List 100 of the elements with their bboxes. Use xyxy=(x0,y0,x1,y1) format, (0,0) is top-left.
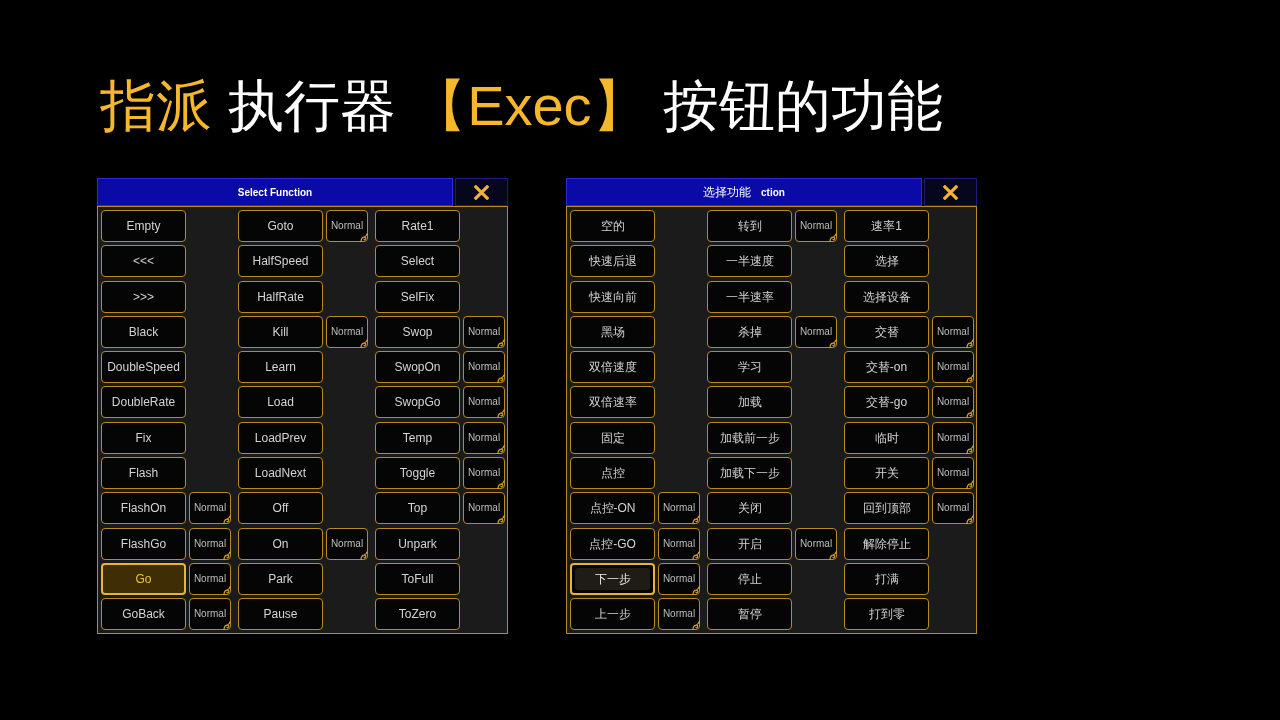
function-button[interactable]: 打满 xyxy=(844,562,929,595)
function-button[interactable]: 停止 xyxy=(707,562,792,595)
function-button[interactable]: 下一步 xyxy=(570,562,655,595)
mode-button[interactable]: Normal xyxy=(326,527,368,560)
function-button[interactable]: FlashOn xyxy=(101,492,186,525)
function-button[interactable]: 一半速度 xyxy=(707,245,792,278)
mode-button[interactable]: Normal xyxy=(463,351,505,384)
function-button[interactable]: 点控-ON xyxy=(570,492,655,525)
function-button[interactable]: 黑场 xyxy=(570,315,655,348)
function-button[interactable]: 解除停止 xyxy=(844,527,929,560)
function-button[interactable]: 交替-go xyxy=(844,386,929,419)
mode-button[interactable]: Normal xyxy=(795,315,837,348)
close-button[interactable] xyxy=(455,178,508,206)
function-button[interactable]: 固定 xyxy=(570,421,655,454)
mode-button[interactable]: Normal xyxy=(463,492,505,525)
function-button[interactable]: 临时 xyxy=(844,421,929,454)
function-button[interactable]: 选择设备 xyxy=(844,280,929,313)
function-button[interactable]: Flash xyxy=(101,456,186,489)
function-button[interactable]: 杀掉 xyxy=(707,315,792,348)
function-button[interactable]: LoadPrev xyxy=(238,421,323,454)
function-button[interactable]: LoadNext xyxy=(238,456,323,489)
function-button[interactable]: 空的 xyxy=(570,210,655,242)
function-button[interactable]: 双倍速率 xyxy=(570,386,655,419)
mode-button[interactable]: Normal xyxy=(932,351,974,384)
mode-button[interactable]: Normal xyxy=(658,562,700,595)
function-button[interactable]: ToZero xyxy=(375,598,460,631)
function-button[interactable]: >>> xyxy=(101,280,186,313)
function-button[interactable]: 点控-GO xyxy=(570,527,655,560)
function-button[interactable]: Unpark xyxy=(375,527,460,560)
function-button[interactable]: 学习 xyxy=(707,351,792,384)
function-button[interactable]: 交替 xyxy=(844,315,929,348)
function-button[interactable]: 快速向前 xyxy=(570,280,655,313)
function-button[interactable]: <<< xyxy=(101,245,186,278)
function-button[interactable]: Goto xyxy=(238,210,323,242)
function-button[interactable]: 打到零 xyxy=(844,598,929,631)
mode-button[interactable]: Normal xyxy=(932,492,974,525)
function-button[interactable]: 开关 xyxy=(844,456,929,489)
mode-button[interactable]: Normal xyxy=(189,492,231,525)
function-button[interactable]: Pause xyxy=(238,598,323,631)
function-button[interactable]: Fix xyxy=(101,421,186,454)
function-button[interactable]: Rate1 xyxy=(375,210,460,242)
function-button[interactable]: 开启 xyxy=(707,527,792,560)
function-button[interactable]: 点控 xyxy=(570,456,655,489)
function-button[interactable]: Swop xyxy=(375,315,460,348)
function-button[interactable]: 双倍速度 xyxy=(570,351,655,384)
mode-button[interactable]: Normal xyxy=(463,421,505,454)
function-button[interactable]: GoBack xyxy=(101,598,186,631)
function-button[interactable]: Learn xyxy=(238,351,323,384)
function-button[interactable]: SwopOn xyxy=(375,351,460,384)
close-button[interactable] xyxy=(924,178,977,206)
function-button[interactable]: Select xyxy=(375,245,460,278)
function-button[interactable]: DoubleRate xyxy=(101,386,186,419)
function-button[interactable]: 一半速率 xyxy=(707,280,792,313)
function-button[interactable]: 上一步 xyxy=(570,598,655,631)
function-button[interactable]: Load xyxy=(238,386,323,419)
function-button[interactable]: 速率1 xyxy=(844,210,929,242)
function-button[interactable]: ToFull xyxy=(375,562,460,595)
function-button[interactable]: SwopGo xyxy=(375,386,460,419)
function-button[interactable]: Off xyxy=(238,492,323,525)
function-button[interactable]: 回到顶部 xyxy=(844,492,929,525)
function-button[interactable]: 加载下一步 xyxy=(707,456,792,489)
mode-button[interactable]: Normal xyxy=(463,386,505,419)
function-button[interactable]: 加载 xyxy=(707,386,792,419)
function-button[interactable]: Park xyxy=(238,562,323,595)
function-button[interactable]: Temp xyxy=(375,421,460,454)
mode-button[interactable]: Normal xyxy=(189,562,231,595)
mode-button[interactable]: Normal xyxy=(189,527,231,560)
mode-button[interactable]: Normal xyxy=(463,315,505,348)
mode-button[interactable]: Normal xyxy=(932,386,974,419)
function-button[interactable]: Kill xyxy=(238,315,323,348)
function-button[interactable]: 关闭 xyxy=(707,492,792,525)
function-button[interactable]: SelFix xyxy=(375,280,460,313)
mode-button[interactable]: Normal xyxy=(326,315,368,348)
function-button[interactable]: DoubleSpeed xyxy=(101,351,186,384)
mode-button[interactable]: Normal xyxy=(658,527,700,560)
function-button[interactable]: Empty xyxy=(101,210,186,242)
mode-button[interactable]: Normal xyxy=(463,456,505,489)
function-button[interactable]: Toggle xyxy=(375,456,460,489)
function-button[interactable]: FlashGo xyxy=(101,527,186,560)
function-button[interactable]: HalfRate xyxy=(238,280,323,313)
function-button[interactable]: 加载前一步 xyxy=(707,421,792,454)
mode-button[interactable]: Normal xyxy=(658,492,700,525)
mode-button[interactable]: Normal xyxy=(658,598,700,631)
mode-button[interactable]: Normal xyxy=(795,527,837,560)
function-button[interactable]: Go xyxy=(101,562,186,595)
mode-button[interactable]: Normal xyxy=(189,598,231,631)
mode-button[interactable]: Normal xyxy=(932,315,974,348)
function-button[interactable]: 暂停 xyxy=(707,598,792,631)
mode-button[interactable]: Normal xyxy=(932,421,974,454)
mode-button[interactable]: Normal xyxy=(326,210,368,242)
function-button[interactable]: HalfSpeed xyxy=(238,245,323,278)
mode-button[interactable]: Normal xyxy=(795,210,837,242)
function-button[interactable]: Top xyxy=(375,492,460,525)
function-button[interactable]: 转到 xyxy=(707,210,792,242)
function-button[interactable]: 选择 xyxy=(844,245,929,278)
function-button[interactable]: On xyxy=(238,527,323,560)
function-button[interactable]: Black xyxy=(101,315,186,348)
mode-button[interactable]: Normal xyxy=(932,456,974,489)
function-button[interactable]: 快速后退 xyxy=(570,245,655,278)
function-button[interactable]: 交替-on xyxy=(844,351,929,384)
